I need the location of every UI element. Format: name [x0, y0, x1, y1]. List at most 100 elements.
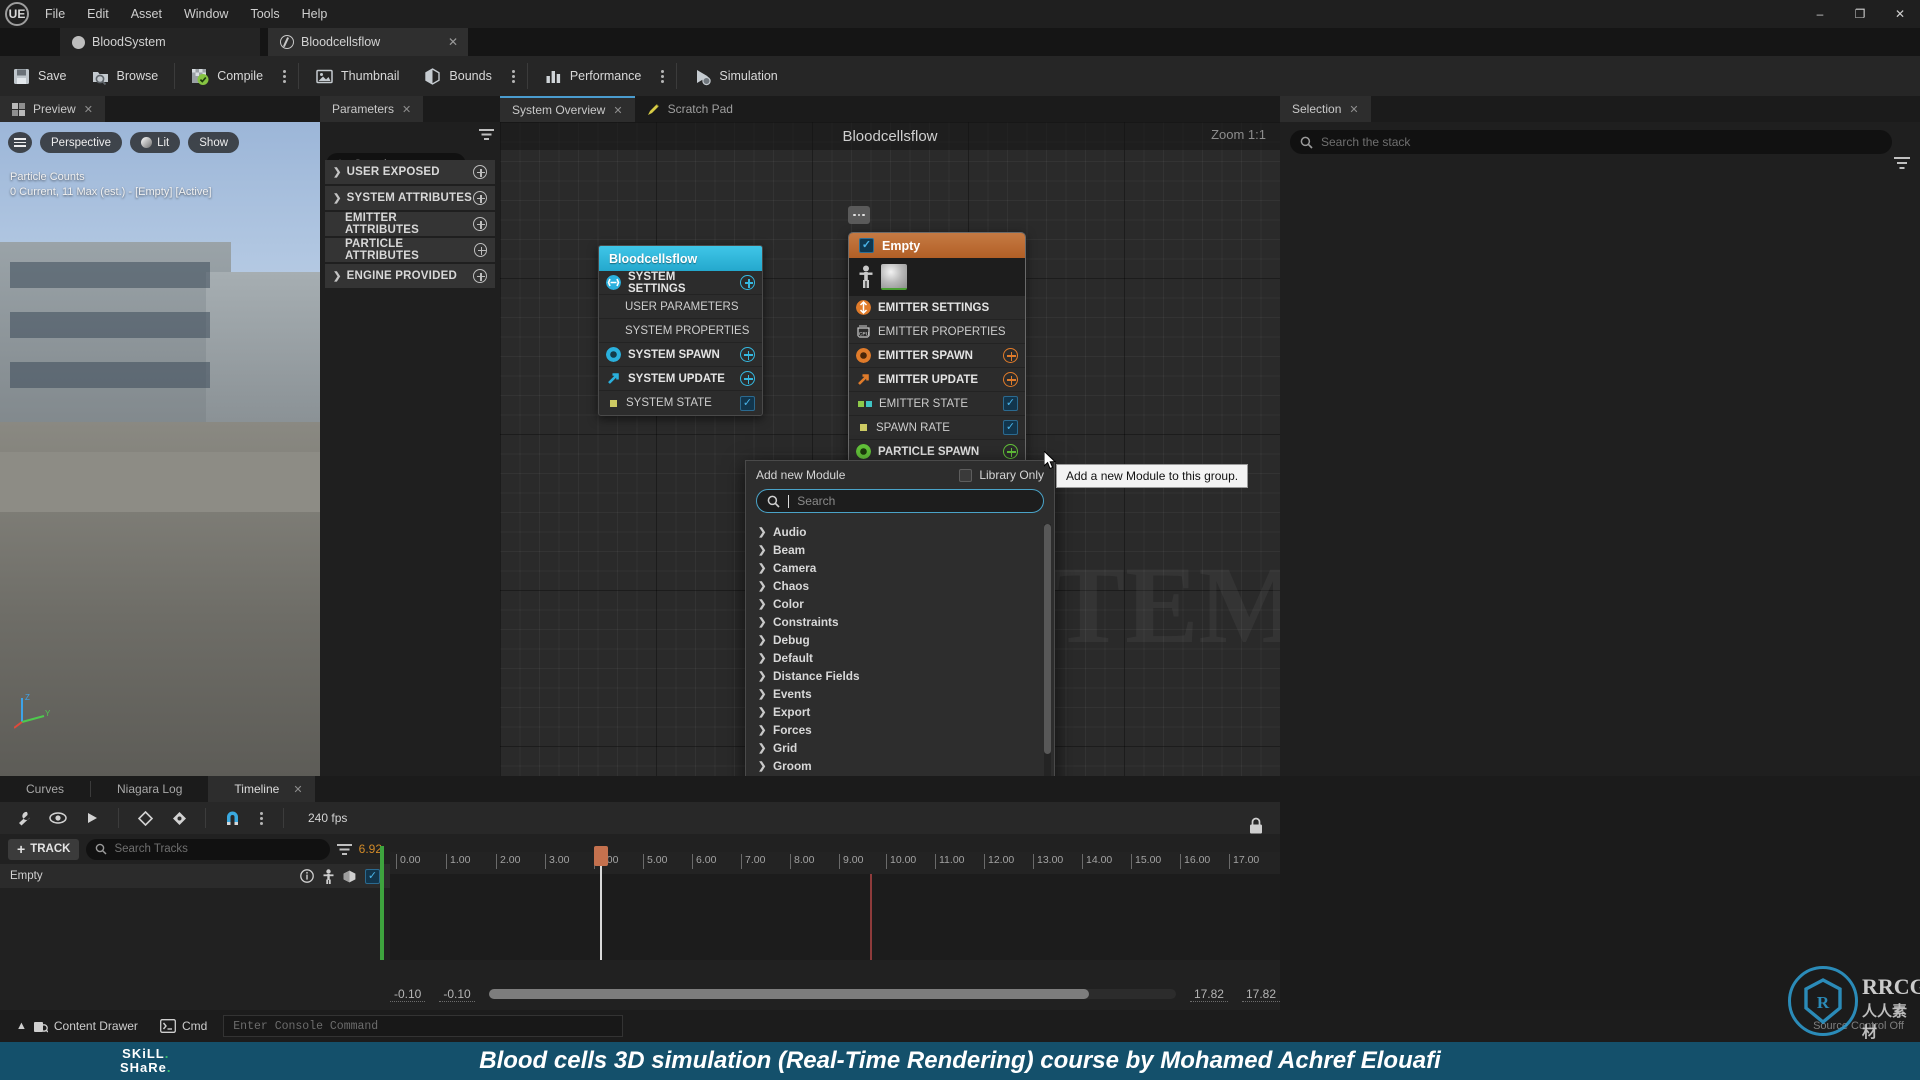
- menu-help[interactable]: Help: [291, 3, 339, 25]
- system-node[interactable]: Bloodcellsflow SYSTEM SETTINGS USER PARA…: [598, 245, 763, 416]
- param-category-system-attributes[interactable]: ❯ SYSTEM ATTRIBUTES: [325, 186, 495, 210]
- add-module-button[interactable]: [740, 275, 755, 290]
- range-end-b[interactable]: 17.82: [1241, 987, 1280, 1002]
- range-start-a[interactable]: -0.10: [390, 987, 426, 1002]
- node-row-spawn-rate[interactable]: SPAWN RATE ✓: [849, 416, 1025, 440]
- enable-checkbox[interactable]: ✓: [740, 395, 755, 411]
- node-row-user-parameters[interactable]: USER PARAMETERS: [599, 295, 762, 319]
- tab-selection[interactable]: Selection ✕: [1280, 96, 1371, 122]
- play-range-icon[interactable]: [78, 806, 106, 830]
- param-category-emitter-attributes[interactable]: EMITTER ATTRIBUTES: [325, 212, 495, 236]
- node-row-emitter-properties[interactable]: CPU EMITTER PROPERTIES: [849, 320, 1025, 344]
- magnet-icon[interactable]: [218, 806, 246, 830]
- module-category-debug[interactable]: ❯ Debug: [748, 631, 1046, 649]
- menu-bar[interactable]: File Edit Asset Window Tools Help: [34, 3, 338, 25]
- node-message-icon[interactable]: [848, 206, 870, 224]
- node-row-system-settings[interactable]: SYSTEM SETTINGS: [599, 271, 762, 295]
- content-drawer-button[interactable]: ▲ Content Drawer: [10, 1019, 144, 1034]
- keyframe-alt-icon[interactable]: [165, 806, 193, 830]
- filter-icon[interactable]: [336, 843, 352, 856]
- enable-checkbox[interactable]: ✓: [1003, 396, 1018, 411]
- module-category-default[interactable]: ❯ Default: [748, 649, 1046, 667]
- node-row-system-state[interactable]: SYSTEM STATE ✓: [599, 391, 762, 415]
- range-end-a[interactable]: 17.82: [1189, 987, 1228, 1002]
- playback-range-end[interactable]: [870, 874, 872, 960]
- preview-viewport[interactable]: Perspective Lit Show Particle Counts 0 C…: [0, 122, 320, 776]
- tab-timeline[interactable]: Timeline ✕: [208, 776, 315, 802]
- param-category-engine-provided[interactable]: ❯ ENGINE PROVIDED: [325, 264, 495, 288]
- module-category-chaos[interactable]: ❯ Chaos: [748, 577, 1046, 595]
- playhead-handle[interactable]: [594, 846, 608, 866]
- add-module-button[interactable]: [1003, 348, 1018, 363]
- module-category-beam[interactable]: ❯ Beam: [748, 541, 1046, 559]
- tab-scratch-pad[interactable]: Scratch Pad: [635, 96, 745, 122]
- close-button[interactable]: ✕: [1880, 0, 1920, 28]
- emitter-thumbnail[interactable]: [881, 264, 907, 290]
- cube-icon[interactable]: [343, 870, 356, 883]
- node-row-emitter-state[interactable]: EMITTER STATE ✓: [849, 392, 1025, 416]
- popup-scrollbar-thumb[interactable]: [1044, 524, 1051, 754]
- show-button[interactable]: Show: [188, 132, 240, 153]
- tab-system-overview[interactable]: System Overview ✕: [500, 96, 635, 122]
- viewport-menu-button[interactable]: [8, 132, 32, 153]
- node-row-emitter-settings[interactable]: EMITTER SETTINGS: [849, 296, 1025, 320]
- fps-selector[interactable]: 240 fps: [296, 811, 347, 825]
- lit-button[interactable]: Lit: [130, 132, 181, 153]
- thumbnail-button[interactable]: Thumbnail: [303, 56, 411, 96]
- lock-icon[interactable]: [1248, 817, 1264, 835]
- add-module-button[interactable]: [740, 371, 755, 386]
- playback-range-start[interactable]: [380, 846, 384, 960]
- module-category-color[interactable]: ❯ Color: [748, 595, 1046, 613]
- module-category-groom[interactable]: ❯ Groom: [748, 757, 1046, 775]
- timeline-options-button[interactable]: [252, 811, 271, 825]
- node-row-system-update[interactable]: SYSTEM UPDATE: [599, 367, 762, 391]
- add-module-button[interactable]: [740, 347, 755, 362]
- tab-preview[interactable]: Preview ✕: [0, 96, 105, 122]
- filter-icon[interactable]: [479, 128, 494, 141]
- emitter-enable-checkbox[interactable]: ✓: [859, 238, 874, 253]
- performance-options-button[interactable]: [653, 69, 672, 83]
- close-icon[interactable]: ✕: [84, 103, 93, 116]
- maximize-button[interactable]: ❐: [1840, 0, 1880, 28]
- module-category-audio[interactable]: ❯ Audio: [748, 523, 1046, 541]
- keyframe-icon[interactable]: [131, 806, 159, 830]
- console-command-input[interactable]: Enter Console Command: [223, 1015, 624, 1037]
- module-category-forces[interactable]: ❯ Forces: [748, 721, 1046, 739]
- track-search-input[interactable]: Search Tracks: [86, 838, 330, 860]
- tab-parameters[interactable]: Parameters ✕: [320, 96, 424, 122]
- add-module-button[interactable]: [1003, 372, 1018, 387]
- bounds-button[interactable]: Bounds: [411, 56, 503, 96]
- add-module-button[interactable]: [1003, 444, 1018, 459]
- node-row-emitter-update[interactable]: EMITTER UPDATE: [849, 368, 1025, 392]
- person-icon[interactable]: [323, 868, 334, 884]
- window-controls[interactable]: – ❐ ✕: [1800, 0, 1920, 28]
- browse-button[interactable]: Browse: [79, 56, 171, 96]
- tab-curves[interactable]: Curves: [0, 776, 90, 802]
- library-only-checkbox[interactable]: [959, 468, 973, 482]
- minimize-button[interactable]: –: [1800, 0, 1840, 28]
- param-category-user-exposed[interactable]: ❯ USER EXPOSED: [325, 160, 495, 184]
- menu-edit[interactable]: Edit: [76, 3, 120, 25]
- performance-button[interactable]: Performance: [532, 56, 654, 96]
- asset-tab-bloodsystem[interactable]: BloodSystem: [60, 28, 260, 56]
- param-category-particle-attributes[interactable]: PARTICLE ATTRIBUTES: [325, 238, 495, 262]
- eye-icon[interactable]: [44, 806, 72, 830]
- range-start-b[interactable]: -0.10: [439, 987, 475, 1002]
- module-category-events[interactable]: ❯ Events: [748, 685, 1046, 703]
- close-icon[interactable]: ✕: [448, 35, 458, 49]
- menu-tools[interactable]: Tools: [239, 3, 290, 25]
- menu-asset[interactable]: Asset: [120, 3, 173, 25]
- enable-checkbox[interactable]: ✓: [1003, 420, 1018, 435]
- timeline-ruler[interactable]: 0.00 1.00 2.00 3.00 4.00 5.00 6.00 7.00 …: [390, 852, 1280, 874]
- node-row-emitter-spawn[interactable]: EMITTER SPAWN: [849, 344, 1025, 368]
- perspective-button[interactable]: Perspective: [40, 132, 123, 153]
- timeline-track-empty[interactable]: Empty ✓: [0, 864, 390, 888]
- module-category-constraints[interactable]: ❯ Constraints: [748, 613, 1046, 631]
- menu-file[interactable]: File: [34, 3, 76, 25]
- module-category-export[interactable]: ❯ Export: [748, 703, 1046, 721]
- bounds-options-button[interactable]: [504, 69, 523, 83]
- module-category-camera[interactable]: ❯ Camera: [748, 559, 1046, 577]
- module-category-distance-fields[interactable]: ❯ Distance Fields: [748, 667, 1046, 685]
- add-parameter-button[interactable]: [473, 191, 487, 205]
- compile-button[interactable]: Compile: [179, 56, 275, 96]
